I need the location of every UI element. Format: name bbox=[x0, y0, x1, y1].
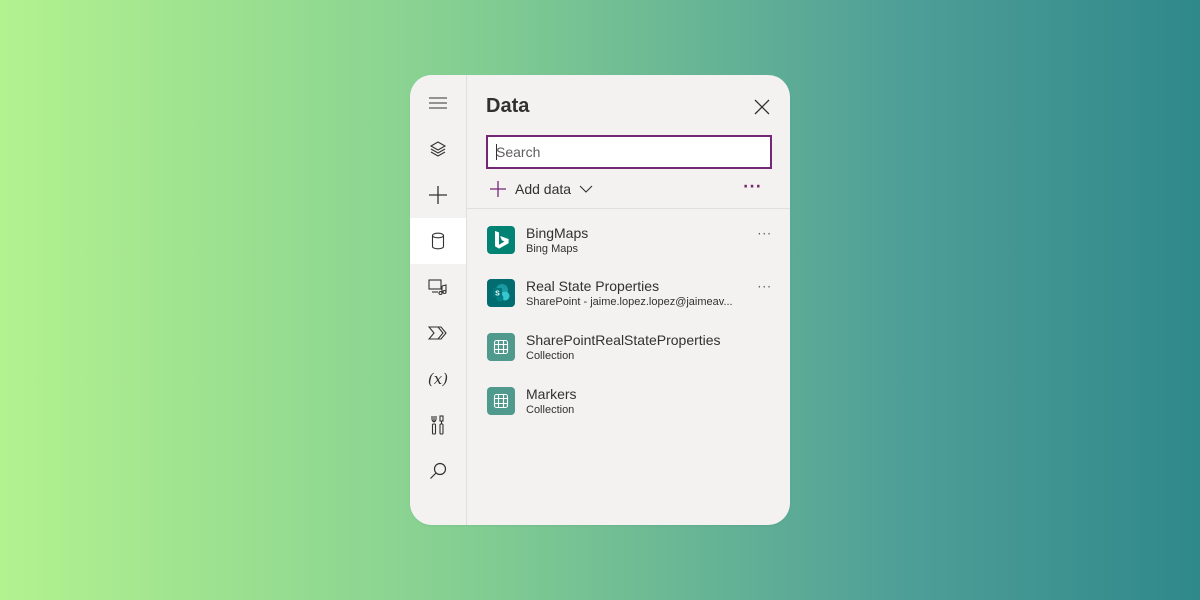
data-source-type: Collection bbox=[526, 350, 575, 362]
search-icon[interactable] bbox=[410, 448, 466, 494]
data-source-type: SharePoint - jaime.lopez.lopez@jaimeav..… bbox=[526, 296, 733, 308]
data-pane: Data Add data ··· BingMaps Bing Maps ··· bbox=[467, 75, 790, 525]
sharepoint-icon: S bbox=[487, 279, 515, 307]
list-item[interactable]: BingMaps Bing Maps ··· bbox=[467, 215, 790, 265]
media-icon[interactable] bbox=[410, 264, 466, 310]
item-more-button[interactable]: ··· bbox=[758, 280, 772, 294]
add-data-label: Add data bbox=[515, 181, 572, 197]
item-more-button[interactable]: ··· bbox=[758, 227, 772, 241]
panel-title: Data bbox=[486, 95, 530, 117]
data-source-name: Markers bbox=[526, 386, 577, 402]
variables-icon[interactable]: (x) bbox=[410, 356, 466, 402]
list-item[interactable]: SharePointRealStateProperties Collection bbox=[467, 322, 790, 372]
more-options-button[interactable]: ··· bbox=[743, 179, 762, 195]
data-source-type: Collection bbox=[526, 404, 575, 416]
list-item[interactable]: Markers Collection bbox=[467, 376, 790, 426]
tools-icon[interactable] bbox=[410, 402, 466, 448]
layers-icon[interactable] bbox=[410, 126, 466, 172]
list-item[interactable]: S Real State Properties SharePoint - jai… bbox=[467, 268, 790, 318]
left-rail: (x) bbox=[410, 75, 467, 525]
svg-text:S: S bbox=[495, 291, 500, 298]
data-source-type: Bing Maps bbox=[526, 243, 578, 255]
hamburger-icon[interactable] bbox=[410, 80, 466, 126]
search-input[interactable] bbox=[488, 137, 770, 167]
power-automate-icon[interactable] bbox=[410, 310, 466, 356]
chevron-down-icon bbox=[579, 185, 593, 193]
data-panel: (x) Data Add data ··· bbox=[410, 75, 790, 525]
data-source-name: SharePointRealStateProperties bbox=[526, 332, 721, 348]
close-button[interactable] bbox=[752, 97, 772, 117]
plus-icon bbox=[490, 181, 506, 197]
add-data-button[interactable]: Add data bbox=[489, 178, 593, 200]
close-icon bbox=[754, 99, 770, 115]
variables-icon-label: (x) bbox=[427, 370, 449, 388]
search-box[interactable] bbox=[486, 135, 772, 169]
data-source-name: Real State Properties bbox=[526, 278, 660, 294]
database-icon[interactable] bbox=[410, 218, 466, 264]
table-icon bbox=[487, 333, 515, 361]
plus-icon[interactable] bbox=[410, 172, 466, 218]
bing-icon bbox=[487, 226, 515, 254]
divider bbox=[467, 208, 790, 209]
text-caret bbox=[496, 144, 497, 160]
table-icon bbox=[487, 387, 515, 415]
data-source-name: BingMaps bbox=[526, 225, 589, 241]
